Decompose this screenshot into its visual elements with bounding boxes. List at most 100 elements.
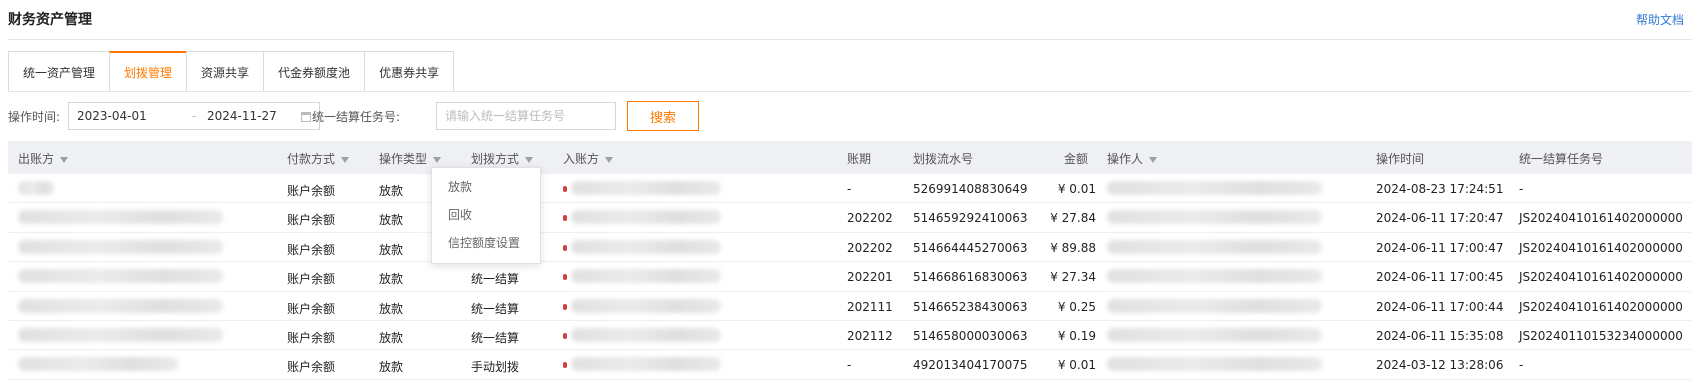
- redacted-in-account: [571, 298, 721, 313]
- filter-icon[interactable]: [60, 156, 69, 163]
- search-button[interactable]: 搜索: [627, 101, 699, 131]
- cell-pay-method: 账户余额: [287, 360, 336, 375]
- th-pay-method: 付款方式: [287, 150, 350, 167]
- dropdown-option-lend[interactable]: 放款: [432, 176, 540, 204]
- redacted-out-account: [18, 327, 223, 342]
- dropdown-option-credit-limit[interactable]: 信控额度设置: [432, 232, 540, 260]
- cell-serial: 514665238430063: [913, 299, 1028, 314]
- cell-op-time: 2024-06-11 17:00:47: [1376, 240, 1504, 255]
- page-title: 财务资产管理: [8, 12, 92, 28]
- th-task-no: 统一结算任务号: [1519, 152, 1604, 166]
- redacted-operator: [1107, 357, 1322, 372]
- account-marker: [563, 186, 567, 192]
- cell-op-type: 放款: [379, 184, 404, 198]
- redacted-in-account: [571, 327, 721, 342]
- cell-transfer-method: 统一结算: [471, 301, 520, 316]
- account-marker: [563, 215, 567, 222]
- table-row: 账户余额 放款 手动划拨 - 492013404170075 ¥ 0.01 2024-03-…: [8, 350, 1692, 380]
- cell-op-time: 2024-08-23 17:24:51: [1376, 182, 1504, 196]
- tab-transfer-management[interactable]: 划拨管理: [109, 51, 187, 92]
- cell-amount: ¥ 0.01: [1057, 358, 1096, 373]
- cell-period: 202201: [847, 270, 893, 285]
- cell-pay-method: 账户余额: [287, 272, 336, 287]
- redacted-in-account: [571, 239, 721, 254]
- cell-task-no: JS20240110153234000000: [1519, 328, 1683, 343]
- page-header: 财务资产管理 帮助文档: [8, 0, 1692, 40]
- cell-amount: ¥ 0.19: [1057, 328, 1096, 343]
- cell-task-no: -: [1519, 182, 1524, 196]
- tabs-divider: [8, 91, 1692, 92]
- tab-unified-assets[interactable]: 统一资产管理: [8, 51, 110, 92]
- redacted-operator: [1107, 210, 1322, 225]
- th-amount: 金额: [1064, 152, 1089, 166]
- transfer-method-filter-dropdown: 放款 回收 信控额度设置: [431, 167, 541, 264]
- table-body: 账户余额 放款 -526991408830649 ¥ 0.01 2024-08-23 1…: [8, 174, 1692, 380]
- th-in-account: 入账方: [563, 150, 614, 167]
- redacted-out-account: [18, 210, 223, 225]
- start-date[interactable]: 2023-04-01: [77, 109, 147, 123]
- cell-op-type: 放款: [379, 330, 404, 345]
- tab-voucher-pool[interactable]: 代金券额度池: [263, 51, 365, 92]
- cell-transfer-method: 统一结算: [471, 272, 520, 287]
- help-link[interactable]: 帮助文档: [1636, 11, 1684, 28]
- table-row: 账户余额 放款 - 526991408830649 ¥ 0.01 2024-08-23 1…: [8, 174, 1692, 204]
- cell-op-type: 放款: [379, 242, 404, 257]
- tab-resource-sharing[interactable]: 资源共享: [186, 51, 264, 92]
- filter-icon[interactable]: [1149, 156, 1158, 163]
- cell-transfer-method: 统一结算: [471, 330, 520, 345]
- end-date[interactable]: 2024-11-27: [207, 109, 277, 123]
- cell-pay-method: 账户余额: [287, 301, 336, 316]
- th-op-time: 操作时间: [1376, 152, 1425, 166]
- account-marker: [563, 303, 567, 310]
- cell-period: 202112: [847, 328, 893, 343]
- cell-task-no: JS20240410161402000000: [1519, 240, 1683, 255]
- filter-icon[interactable]: [525, 156, 534, 163]
- th-operator: 操作人: [1107, 150, 1158, 167]
- redacted-operator: [1107, 298, 1322, 313]
- cell-task-no: JS20240410161402000000: [1519, 211, 1683, 226]
- redacted-in-account: [571, 357, 721, 372]
- cell-serial: 514664445270063: [913, 240, 1028, 255]
- task-number-input[interactable]: [436, 102, 616, 130]
- account-marker: [563, 332, 567, 339]
- cell-pay-method: 账户余额: [287, 213, 336, 228]
- cell-serial: 514659292410063: [913, 211, 1028, 226]
- cell-transfer-method: 手动划拨: [471, 360, 520, 375]
- redacted-operator: [1107, 239, 1322, 254]
- redacted-out-account: [18, 181, 54, 195]
- filter-bar: 操作时间: 2023-04-01 - 2024-11-27 统一结算任务号: 搜…: [8, 101, 1698, 131]
- filter-icon[interactable]: [605, 156, 614, 163]
- redacted-in-account: [571, 269, 721, 284]
- cell-amount: ¥ 89.88: [1050, 240, 1096, 255]
- time-label: 操作时间:: [8, 110, 61, 124]
- th-period: 账期: [847, 152, 872, 166]
- table-row: 账户余额 放款 202202 514664445270063 ¥ 89.88 2024-0…: [8, 233, 1692, 263]
- cell-pay-method: 账户余额: [287, 242, 336, 257]
- account-marker: [563, 244, 567, 251]
- cell-task-no: JS20240410161402000000: [1519, 299, 1683, 314]
- dropdown-option-recall[interactable]: 回收: [432, 204, 540, 232]
- cell-op-time: 2024-06-11 17:20:47: [1376, 211, 1504, 226]
- redacted-out-account: [18, 269, 223, 284]
- cell-pay-method: 账户余额: [287, 184, 336, 198]
- filter-icon[interactable]: [341, 156, 350, 163]
- redacted-operator: [1107, 269, 1322, 284]
- tab-bar: 统一资产管理 划拨管理 资源共享 代金券额度池 优惠券共享: [8, 51, 455, 92]
- filter-icon[interactable]: [433, 156, 442, 163]
- redacted-operator: [1107, 181, 1322, 195]
- account-marker: [563, 362, 567, 369]
- date-range-picker[interactable]: 2023-04-01 - 2024-11-27: [68, 102, 320, 130]
- redacted-out-account: [18, 298, 223, 313]
- cell-amount: ¥ 0.25: [1057, 299, 1096, 314]
- cell-serial: 492013404170075: [913, 358, 1028, 373]
- cell-pay-method: 账户余额: [287, 330, 336, 345]
- cell-op-type: 放款: [379, 213, 404, 228]
- cell-serial: 514668616830063: [913, 270, 1028, 285]
- calendar-icon[interactable]: [301, 112, 311, 122]
- tab-coupon-sharing[interactable]: 优惠券共享: [364, 51, 455, 92]
- cell-op-type: 放款: [379, 360, 404, 375]
- cell-serial: 526991408830649: [913, 182, 1028, 196]
- date-separator: -: [192, 109, 197, 123]
- cell-op-time: 2024-03-12 13:28:06: [1376, 358, 1504, 373]
- redacted-in-account: [571, 210, 721, 225]
